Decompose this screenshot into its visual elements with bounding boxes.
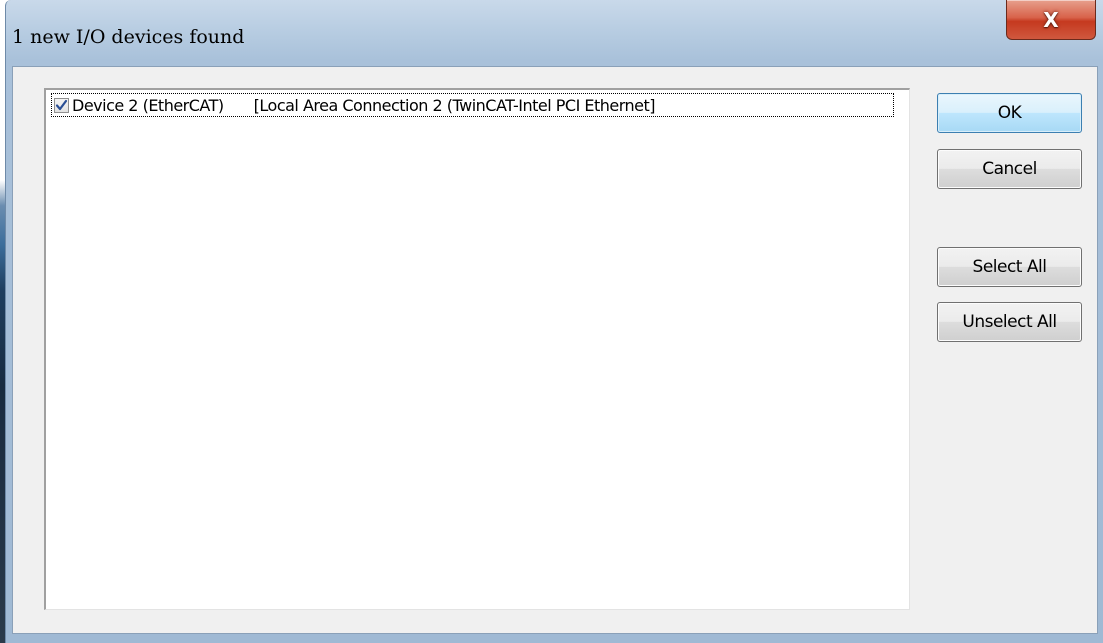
close-icon: X (1043, 7, 1059, 32)
title-bar[interactable]: 1 new I/O devices found X (6, 0, 1103, 66)
device-label: Device 2 (EtherCAT) [Local Area Connectio… (72, 95, 656, 115)
unselect-all-button[interactable]: Unselect All (937, 302, 1082, 342)
device-connection: [Local Area Connection 2 (TwinCAT-Intel … (253, 95, 656, 115)
dialog-window: 1 new I/O devices found X Device 2 (Ethe… (5, 0, 1103, 643)
close-button[interactable]: X (1006, 0, 1096, 40)
cancel-button[interactable]: Cancel (937, 149, 1082, 189)
list-item[interactable]: Device 2 (EtherCAT) [Local Area Connectio… (51, 93, 894, 117)
window-title: 1 new I/O devices found (12, 26, 245, 48)
select-all-button[interactable]: Select All (937, 247, 1082, 287)
ok-button[interactable]: OK (937, 93, 1082, 133)
dialog-client-area: Device 2 (EtherCAT) [Local Area Connectio… (12, 66, 1098, 634)
device-name: Device 2 (EtherCAT) (72, 95, 224, 115)
checkmark-icon (55, 99, 68, 110)
device-list[interactable]: Device 2 (EtherCAT) [Local Area Connectio… (44, 88, 910, 610)
device-checkbox[interactable] (54, 97, 69, 113)
